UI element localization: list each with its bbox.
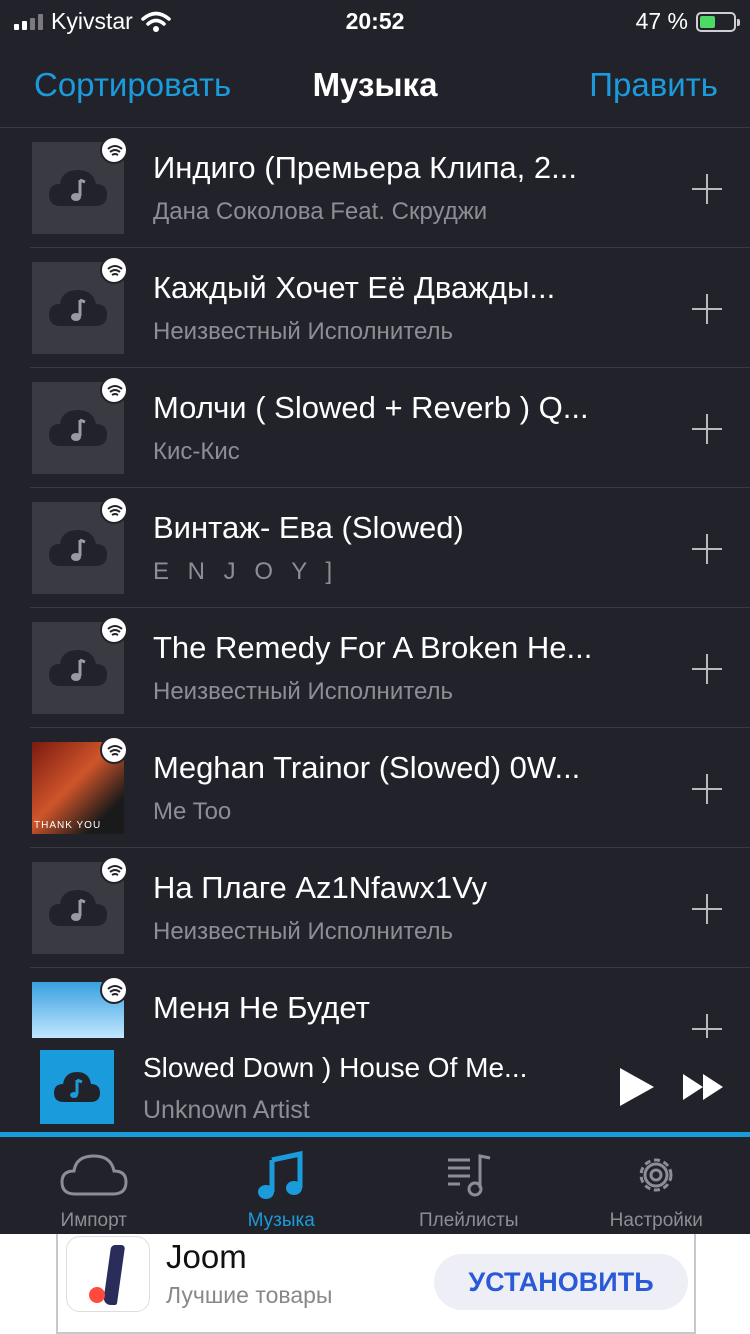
tab-import[interactable]: Импорт bbox=[0, 1138, 188, 1234]
cloud-music-icon bbox=[49, 410, 107, 446]
now-playing-artist: Unknown Artist bbox=[143, 1096, 310, 1124]
track-row[interactable]: Каждый Хочет Её Дважды... Неизвестный Исп… bbox=[30, 248, 750, 368]
stream-icon bbox=[100, 256, 128, 284]
ad-subtitle: Лучшие товары bbox=[166, 1282, 333, 1308]
navigation-bar: Сортировать Музыка Править bbox=[0, 42, 750, 128]
track-artist: Неизвестный Исполнитель bbox=[153, 678, 453, 705]
battery-icon bbox=[696, 11, 740, 32]
add-icon[interactable] bbox=[692, 174, 722, 204]
cloud-music-icon bbox=[49, 650, 107, 686]
track-row[interactable]: Индиго (Премьера Клипа, 2... Дана Соколов… bbox=[30, 128, 750, 248]
stream-icon bbox=[100, 136, 128, 164]
track-row[interactable]: The Remedy For A Broken He... Неизвестный… bbox=[30, 608, 750, 728]
track-artist: Неизвестный Исполнитель bbox=[153, 918, 453, 945]
add-icon[interactable] bbox=[692, 1014, 722, 1038]
status-bar: Kyivstar 20:52 47 % bbox=[0, 0, 750, 42]
cloud-music-icon bbox=[49, 890, 107, 926]
battery-percent: 47 % bbox=[635, 8, 688, 34]
track-row[interactable]: THANK YOU Meghan Trainor (Slowed) 0W... Me… bbox=[30, 728, 750, 848]
ad-title: Joom bbox=[166, 1238, 247, 1275]
tab-music[interactable]: Музыка bbox=[188, 1138, 376, 1234]
ad-frame[interactable]: Joom Лучшие товары УСТАНОВИТЬ bbox=[56, 1234, 696, 1334]
track-row[interactable]: На Плаге Az1Nfawx1Vy Неизвестный Исполнит… bbox=[30, 848, 750, 968]
cloud-music-icon bbox=[49, 530, 107, 566]
stream-icon bbox=[100, 496, 128, 524]
mini-player[interactable]: Slowed Down ) House Of Me... Unknown Art… bbox=[0, 1038, 750, 1138]
gear-icon bbox=[639, 1158, 673, 1192]
track-title: Каждый Хочет Её Дважды... bbox=[153, 270, 556, 305]
track-artist: Неизвестный Исполнитель bbox=[153, 318, 453, 345]
track-title: На Плаге Az1Nfawx1Vy bbox=[153, 870, 488, 905]
add-icon[interactable] bbox=[692, 294, 722, 324]
stream-icon bbox=[100, 976, 128, 1004]
now-playing-artwork bbox=[40, 1050, 114, 1124]
install-button[interactable]: УСТАНОВИТЬ bbox=[434, 1254, 688, 1310]
artwork-caption: THANK YOU bbox=[34, 820, 102, 831]
track-artist: Дана Соколова Feat. Скруджи bbox=[153, 198, 488, 225]
track-row[interactable]: Меня Не Будет bbox=[30, 968, 750, 1038]
tab-label: Музыка bbox=[247, 1210, 315, 1231]
add-icon[interactable] bbox=[692, 534, 722, 564]
tab-label: Настройки bbox=[609, 1210, 703, 1231]
track-list[interactable]: Индиго (Премьера Клипа, 2... Дана Соколов… bbox=[0, 128, 750, 1038]
next-track-icon[interactable] bbox=[683, 1074, 727, 1100]
track-title: The Remedy For A Broken He... bbox=[153, 630, 593, 665]
add-icon[interactable] bbox=[692, 774, 722, 804]
add-icon[interactable] bbox=[692, 414, 722, 444]
tab-settings[interactable]: Настройки bbox=[563, 1138, 750, 1234]
ad-banner[interactable]: Joom Лучшие товары УСТАНОВИТЬ bbox=[0, 1234, 750, 1334]
track-title: Meghan Trainor (Slowed) 0W... bbox=[153, 750, 581, 785]
track-artist: Me Too bbox=[153, 798, 232, 825]
track-title: Молчи ( Slowed + Reverb ) Q... bbox=[153, 390, 589, 425]
track-title: Винтаж- Ева (Slowed) bbox=[153, 510, 464, 545]
cloud-music-icon bbox=[49, 290, 107, 326]
now-playing-title: Slowed Down ) House Of Me... bbox=[143, 1052, 528, 1083]
playback-progress[interactable] bbox=[0, 1132, 750, 1137]
tab-label: Импорт bbox=[60, 1210, 127, 1231]
tab-label: Плейлисты bbox=[419, 1210, 519, 1231]
track-artist: E N J O Y ] bbox=[153, 558, 339, 585]
edit-button[interactable]: Править bbox=[589, 66, 718, 104]
cloud-icon bbox=[60, 1154, 128, 1196]
track-artist: Кис-Кис bbox=[153, 438, 240, 465]
track-row[interactable]: Винтаж- Ева (Slowed) E N J O Y ] bbox=[30, 488, 750, 608]
track-title: Меня Не Будет bbox=[153, 990, 370, 1025]
status-right: 47 % bbox=[635, 8, 740, 35]
track-row[interactable]: Молчи ( Slowed + Reverb ) Q... Кис-Кис bbox=[30, 368, 750, 488]
tab-playlists[interactable]: Плейлисты bbox=[375, 1138, 563, 1234]
add-icon[interactable] bbox=[692, 894, 722, 924]
cloud-music-icon bbox=[54, 1072, 100, 1102]
stream-icon bbox=[100, 736, 128, 764]
tab-bar: Импорт Музыка Плейлисты Настройки bbox=[0, 1138, 750, 1234]
cloud-music-icon bbox=[49, 170, 107, 206]
stream-icon bbox=[100, 856, 128, 884]
stream-icon bbox=[100, 616, 128, 644]
play-icon[interactable] bbox=[620, 1068, 654, 1106]
playlist-icon bbox=[447, 1154, 491, 1197]
add-icon[interactable] bbox=[692, 654, 722, 684]
track-title: Индиго (Премьера Клипа, 2... bbox=[153, 150, 577, 185]
music-note-icon bbox=[258, 1150, 303, 1199]
stream-icon bbox=[100, 376, 128, 404]
joom-logo-icon bbox=[66, 1236, 150, 1312]
